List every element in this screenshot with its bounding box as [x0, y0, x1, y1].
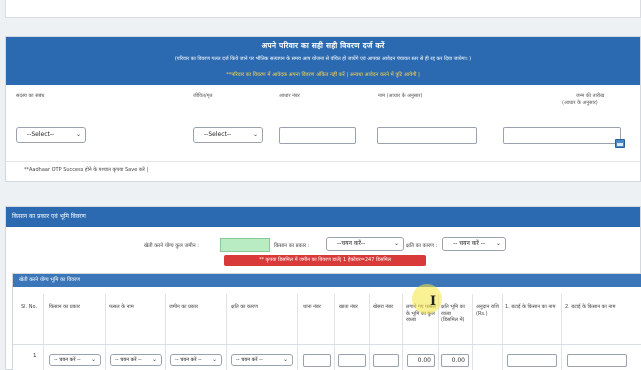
otp-note: **Aadhaar OTP Success होने के पश्चात कृप…	[24, 167, 149, 173]
row-loss-reason-select[interactable]: -- चयन करें -- ⌄	[231, 354, 293, 366]
th-thana: थाना नंबर	[303, 304, 321, 310]
row-farmer1-input[interactable]	[507, 354, 557, 367]
th-loss-reason: क्षति का कारण	[231, 304, 258, 310]
th-damaged-land: क्षति भूमि का रकबा (डिसमिल में)	[441, 304, 465, 323]
column-divider	[297, 294, 298, 370]
kisan-panel-header: किसान का प्रकार एवं भूमि विवरण	[6, 207, 640, 227]
th-farmer1: 1. बटाई के किसान का नाम	[505, 304, 556, 310]
top-card	[5, 0, 641, 18]
column-divider	[402, 294, 403, 370]
cursor-highlight	[412, 284, 442, 314]
relation-select[interactable]: --Select-- ⌄	[16, 127, 86, 143]
col-dob-label: जन्म की तारीख	[576, 93, 605, 99]
aadhaar-input[interactable]	[279, 127, 356, 144]
page: अपने परिवार का सही सही विवरण दर्ज करें (…	[0, 0, 641, 370]
column-divider	[43, 294, 44, 370]
farmer-type-select-value: --चयन करें--	[337, 240, 366, 247]
column-divider	[105, 294, 106, 370]
dob-input[interactable]	[503, 127, 621, 144]
chevron-down-icon: ⌄	[393, 240, 399, 247]
chevron-down-icon: ⌄	[211, 356, 217, 363]
row-khata-input[interactable]	[338, 354, 366, 367]
family-subtitle: (परिवार का विवरण गलत दर्ज किये जाने पर भ…	[174, 56, 472, 62]
row-sno: 1	[33, 353, 37, 359]
family-column-labels: सदस्य का संबंध जीवित/मृत आधार नंबर नाम (…	[6, 93, 640, 107]
row-crop-select[interactable]: -- चयन करें -- ⌄	[110, 354, 162, 366]
family-input-row: --Select-- ⌄ --Select-- ⌄	[6, 127, 640, 148]
select-value: -- चयन करें --	[236, 357, 263, 363]
th-land-type: जमीन का प्रकार	[169, 304, 199, 310]
column-divider	[165, 294, 166, 370]
chevron-down-icon: ⌄	[90, 356, 96, 363]
farmer-type-select[interactable]: --चयन करें-- ⌄	[326, 237, 404, 251]
select-value: -- चयन करें --	[175, 357, 202, 363]
total-land-field[interactable]	[220, 238, 270, 252]
column-divider	[226, 294, 227, 370]
family-title: अपने परिवार का सही सही विवरण दर्ज करें	[261, 41, 385, 50]
loss-reason-select[interactable]: -- चयन करें -- ⌄	[442, 237, 506, 251]
row-farmer-type-select[interactable]: -- चयन करें -- ⌄	[49, 354, 101, 366]
column-divider	[502, 294, 503, 370]
kisan-form: खेती करने योग्य कुल जमीन : किसान का प्रक…	[6, 237, 640, 277]
row-khesra-input[interactable]	[373, 354, 399, 367]
th-farmer2: 2. बटाई के किसान का नाम	[565, 304, 616, 310]
select-value: -- चयन करें --	[54, 357, 81, 363]
column-divider	[369, 294, 370, 370]
th-sl-no: Sl. No.	[21, 304, 38, 310]
loss-reason-select-value: -- चयन करें --	[453, 240, 486, 247]
name-input[interactable]	[377, 127, 477, 144]
row-land-type-select[interactable]: -- चयन करें -- ⌄	[170, 354, 222, 366]
chevron-down-icon: ⌄	[495, 240, 501, 247]
col-alive-label: जीवित/मृत	[193, 93, 213, 99]
relation-select-value: --Select--	[27, 131, 55, 138]
row-farmer2-input[interactable]	[567, 354, 627, 367]
chevron-down-icon: ⌄	[75, 131, 81, 138]
total-land-label: खेती करने योग्य कुल जमीन :	[144, 243, 200, 249]
row-damaged-land-input[interactable]: 0.00	[441, 354, 469, 367]
th-crop-name: फसल के नाम	[109, 304, 134, 310]
chevron-down-icon: ⌄	[151, 356, 157, 363]
chevron-down-icon: ⌄	[252, 131, 258, 138]
land-detail-header: खेती करने योग्य भूमि का विवरण	[13, 274, 641, 287]
th-farmer-type: किसान का प्रकार	[49, 304, 80, 310]
chevron-down-icon: ⌄	[282, 356, 288, 363]
column-divider	[472, 294, 473, 370]
th-khesra: खेसरा नंबर	[373, 304, 394, 310]
col-name-label: नाम (आधार के अनुसार)	[378, 93, 423, 99]
col-aadhaar-label: आधार नंबर	[279, 93, 300, 99]
col-dob-note: (आधार के अनुसार)	[562, 100, 598, 106]
col-relation-label: सदस्य का संबंध	[16, 93, 45, 99]
text-cursor-icon: I	[430, 294, 437, 309]
column-divider	[561, 294, 562, 370]
select-value: -- चयन करें --	[115, 357, 142, 363]
th-khata: खाता नंबर	[339, 304, 358, 310]
family-panel: अपने परिवार का सही सही विवरण दर्ज करें (…	[5, 36, 641, 182]
alive-select-value: --Select--	[204, 131, 232, 138]
dismil-alert: ** कृपया डिसमिल में जमीन का विवरण डालें|…	[224, 255, 426, 266]
column-divider	[334, 294, 335, 370]
row-divider	[13, 344, 641, 345]
row-thana-input[interactable]	[303, 354, 331, 367]
alive-select[interactable]: --Select-- ⌄	[193, 127, 263, 143]
row-total-land-input[interactable]: 0.00	[407, 354, 435, 367]
th-grant: अनुदान राशि (Rs.)	[476, 304, 499, 317]
calendar-icon[interactable]	[615, 139, 625, 148]
family-warning: **परिवार का विवरण में आवेदक अपना विवरण अ…	[226, 72, 420, 78]
kisan-panel: किसान का प्रकार एवं भूमि विवरण खेती करने…	[5, 206, 641, 370]
loss-reason-label: क्षति का कारण :	[406, 243, 438, 249]
land-detail-panel: खेती करने योग्य भूमि का विवरण Sl. No. कि…	[12, 273, 641, 370]
farmer-type-label: किसान का प्रकार :	[274, 243, 310, 249]
family-panel-header: अपने परिवार का सही सही विवरण दर्ज करें (…	[6, 37, 640, 85]
divider	[6, 161, 640, 162]
